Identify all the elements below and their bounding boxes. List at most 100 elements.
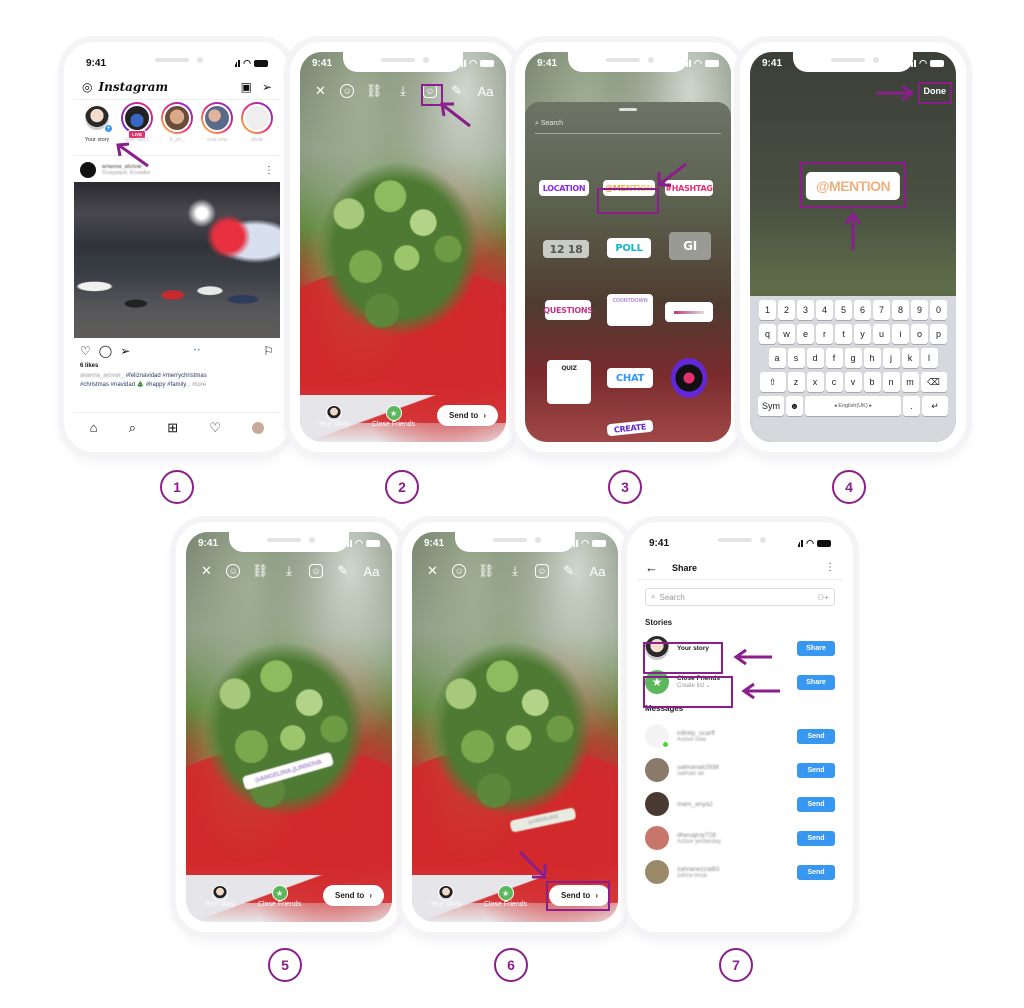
key-i[interactable]: i <box>892 324 909 344</box>
close-friends-button[interactable]: ★ Close Friends <box>372 405 415 428</box>
draw-icon[interactable]: ✎ <box>448 82 466 100</box>
emoji-sticker[interactable] <box>671 358 707 398</box>
key-7[interactable]: 7 <box>873 300 890 320</box>
likes-count[interactable]: 6 likes <box>80 363 98 369</box>
key-l[interactable]: l <box>920 348 938 368</box>
location-sticker[interactable]: LOCATION <box>539 180 589 196</box>
add-story-icon[interactable]: + <box>104 124 113 133</box>
story-item[interactable]: d_jm_ <box>160 102 194 155</box>
key-x[interactable]: x <box>806 372 824 392</box>
draw-icon[interactable]: ✎ <box>560 562 578 580</box>
key-c[interactable]: c <box>825 372 843 392</box>
more-options-icon[interactable]: ⋮ <box>264 165 274 176</box>
key-e[interactable]: e <box>797 324 814 344</box>
key-8[interactable]: 8 <box>892 300 909 320</box>
space-key[interactable]: ◂ English(UK) ▸ <box>805 396 901 416</box>
key-n[interactable]: n <box>882 372 900 392</box>
camera-icon[interactable]: ◎ <box>82 80 92 94</box>
comment-icon[interactable]: ◯ <box>99 344 112 358</box>
send-button[interactable]: Send <box>797 796 835 812</box>
share-icon[interactable]: ➢ <box>120 344 130 358</box>
emoji-slider-sticker[interactable] <box>665 302 713 322</box>
key-4[interactable]: 4 <box>816 300 833 320</box>
download-icon[interactable]: ⤓ <box>506 562 524 580</box>
send-button[interactable]: Send <box>797 864 835 880</box>
text-icon[interactable]: Aa <box>362 562 380 580</box>
create-sticker[interactable]: CREATE <box>606 419 654 437</box>
face-filter-icon[interactable]: ☺ <box>226 564 241 578</box>
home-icon[interactable]: ⌂ <box>90 420 98 435</box>
face-filter-icon[interactable]: ☺ <box>340 84 355 98</box>
caption-more-link[interactable]: ... more <box>186 382 206 388</box>
key-m[interactable]: m <box>901 372 919 392</box>
your-story-button[interactable]: Your story <box>204 885 235 908</box>
sticker-search-input[interactable]: ⌕ Search <box>535 120 721 134</box>
post-photo[interactable] <box>74 182 280 338</box>
key-3[interactable]: 3 <box>797 300 814 320</box>
draw-icon[interactable]: ✎ <box>334 562 352 580</box>
story-item[interactable]: dbvb <box>240 102 274 155</box>
key-v[interactable]: v <box>844 372 862 392</box>
add-people-icon[interactable]: ⚇+ <box>817 593 829 602</box>
bookmark-icon[interactable]: ⚐ <box>263 344 274 358</box>
key-2[interactable]: 2 <box>778 300 795 320</box>
backspace-key[interactable]: ⌫ <box>920 372 947 392</box>
link-icon[interactable]: ⛓ <box>251 562 269 580</box>
igtv-icon[interactable]: ▣ <box>241 80 252 94</box>
activity-icon[interactable]: ♡ <box>209 420 221 436</box>
close-icon[interactable]: ✕ <box>311 82 329 100</box>
download-icon[interactable]: ⤓ <box>280 562 298 580</box>
key-y[interactable]: y <box>854 324 871 344</box>
key-a[interactable]: a <box>768 348 786 368</box>
download-icon[interactable]: ⤓ <box>394 82 412 100</box>
key-t[interactable]: t <box>835 324 852 344</box>
search-icon[interactable]: ⌕ <box>129 420 136 436</box>
key-k[interactable]: k <box>901 348 919 368</box>
key-h[interactable]: h <box>863 348 881 368</box>
share-close-friends-button[interactable]: Share <box>797 674 835 690</box>
back-arrow-icon[interactable]: ← <box>645 560 658 575</box>
countdown-sticker[interactable]: COUNTDOWN <box>607 294 653 326</box>
key-6[interactable]: 6 <box>854 300 871 320</box>
gif-sticker[interactable]: GI <box>669 232 711 260</box>
like-icon[interactable]: ♡ <box>80 344 91 358</box>
face-filter-icon[interactable]: ☺ <box>452 564 467 578</box>
key-s[interactable]: s <box>787 348 805 368</box>
close-icon[interactable]: ✕ <box>423 562 441 580</box>
story-item[interactable]: nua.ona <box>200 102 234 155</box>
key-o[interactable]: o <box>911 324 928 344</box>
key-r[interactable]: r <box>816 324 833 344</box>
profile-avatar[interactable] <box>252 421 265 434</box>
key-d[interactable]: d <box>806 348 824 368</box>
send-to-button[interactable]: Send to › <box>436 405 498 426</box>
share-search-input[interactable]: ⌕ Search ⚇+ <box>645 588 835 606</box>
key-9[interactable]: 9 <box>911 300 928 320</box>
link-icon[interactable]: ⛓ <box>365 82 383 100</box>
share-your-story-button[interactable]: Share <box>797 640 835 656</box>
emoji-key[interactable]: ☻ <box>786 396 803 416</box>
key-w[interactable]: w <box>778 324 795 344</box>
send-button[interactable]: Send <box>797 762 835 778</box>
chat-sticker[interactable]: CHAT <box>607 368 653 388</box>
sym-key[interactable]: Sym <box>758 396 784 416</box>
send-to-button[interactable]: Send to › <box>322 885 384 906</box>
send-button[interactable]: Send <box>797 728 835 744</box>
more-options-icon[interactable]: ⋮ <box>825 562 835 573</box>
link-icon[interactable]: ⛓ <box>477 562 495 580</box>
key-z[interactable]: z <box>787 372 805 392</box>
your-story-button[interactable]: Your story <box>318 405 349 428</box>
key-5[interactable]: 5 <box>835 300 852 320</box>
key-0[interactable]: 0 <box>930 300 947 320</box>
caption-username[interactable]: arianna_alcivar_ <box>80 373 124 379</box>
key-f[interactable]: f <box>825 348 843 368</box>
quiz-sticker[interactable]: QUIZ <box>547 360 591 404</box>
time-sticker[interactable]: 12 18 <box>543 240 589 258</box>
tray-grip[interactable] <box>619 108 637 111</box>
key-p[interactable]: p <box>930 324 947 344</box>
direct-message-icon[interactable]: ➢ <box>262 80 272 94</box>
sticker-icon[interactable]: ☺ <box>534 564 549 578</box>
enter-key[interactable]: ↵ <box>922 396 948 416</box>
close-friends-button[interactable]: ★ Close Friends <box>484 885 527 908</box>
close-friends-button[interactable]: ★ Close Friends <box>258 885 301 908</box>
send-button[interactable]: Send <box>797 830 835 846</box>
